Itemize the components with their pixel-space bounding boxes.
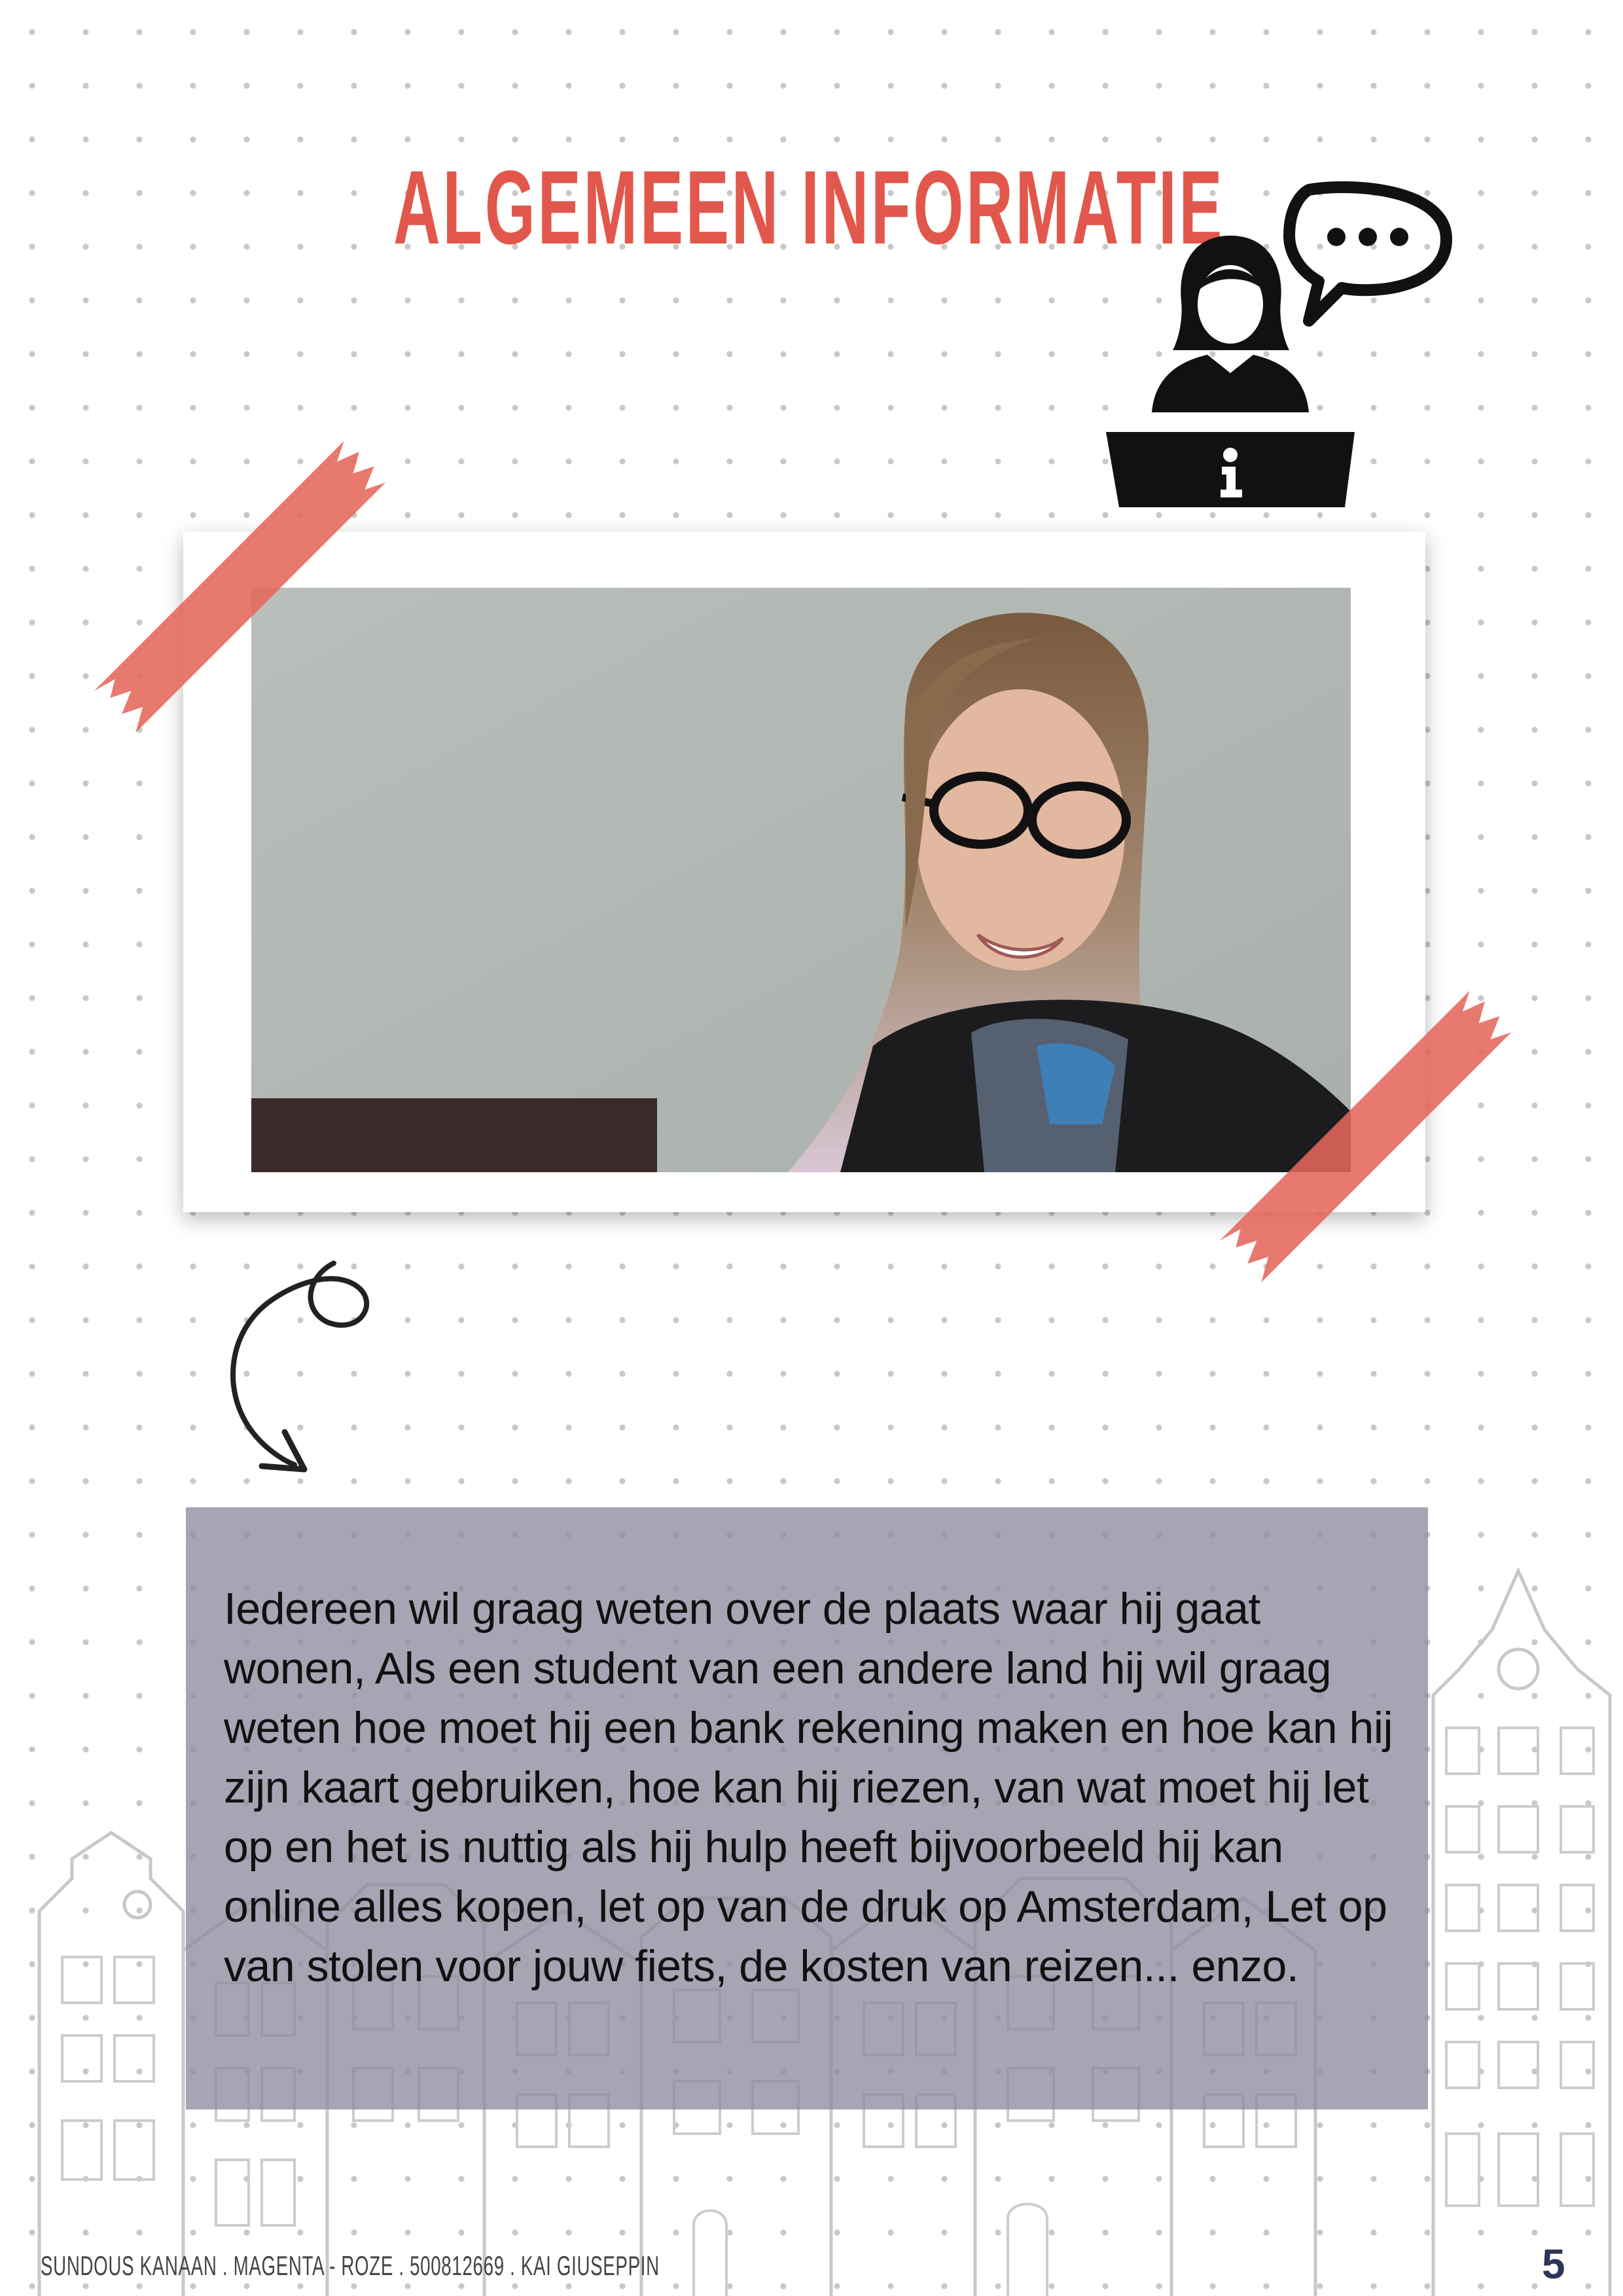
page-number: 5: [1542, 2240, 1565, 2287]
info-desk-person-icon: [1106, 181, 1452, 507]
body-paragraph: Iedereen wil graag weten over de plaats …: [224, 1584, 1393, 1991]
interview-photo: [251, 588, 1351, 1172]
speech-bubble-icon: [1283, 181, 1452, 327]
info-text-box: Iedereen wil graag weten over de plaats …: [186, 1507, 1428, 2109]
footer-credits: SUNDOUS KANAAN . MAGENTA - ROZE . 500812…: [41, 2250, 660, 2281]
tape-top-left: [94, 440, 386, 733]
curly-arrow-icon: [230, 1261, 370, 1473]
tape-bottom-right: [1219, 990, 1512, 1283]
